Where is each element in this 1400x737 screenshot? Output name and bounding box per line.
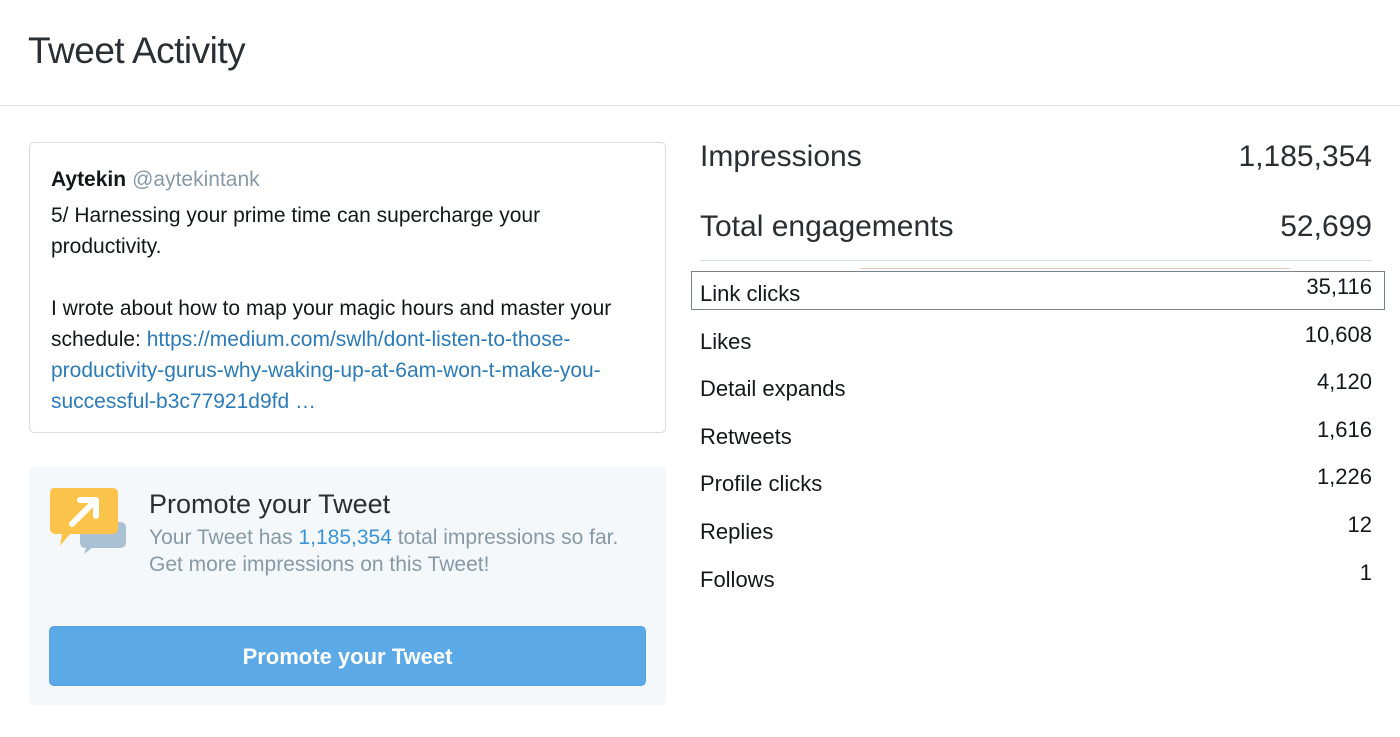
engagement-row-profile-clicks[interactable]: Profile clicks 1,226 xyxy=(700,464,1372,501)
engagement-row-likes[interactable]: Likes 10,608 xyxy=(700,322,1372,359)
tweet-card: Aytekin @aytekintank 5/ Harnessing your p… xyxy=(29,142,666,433)
promote-description: Your Tweet has 1,185,354 total impressio… xyxy=(149,524,654,578)
promote-text-prefix: Your Tweet has xyxy=(149,526,299,549)
tweet-paragraph: 5/ Harnessing your prime time can superc… xyxy=(51,204,541,258)
engagement-value: 1,226 xyxy=(1316,464,1372,489)
engagement-label: Profile clicks xyxy=(700,471,823,496)
engagement-value: 12 xyxy=(1347,512,1372,537)
engagement-value: 10,608 xyxy=(1304,322,1372,347)
engagement-label: Retweets xyxy=(700,424,792,449)
engagement-row-retweets[interactable]: Retweets 1,616 xyxy=(700,417,1372,454)
page-header: Tweet Activity xyxy=(0,0,1400,106)
impressions-row: Impressions 1,185,354 xyxy=(700,140,1372,180)
promote-impressions-count: 1,185,354 xyxy=(298,526,392,549)
impressions-label: Impressions xyxy=(700,140,862,173)
tweet-author-handle[interactable]: @aytekintank xyxy=(132,168,260,191)
engagement-label: Likes xyxy=(700,329,752,354)
engagement-row-link-clicks[interactable]: Link clicks 35,116 xyxy=(700,274,1372,311)
page-title: Tweet Activity xyxy=(28,30,246,71)
promote-panel: Promote your Tweet Your Tweet has 1,185,… xyxy=(29,467,666,705)
promote-tweet-button[interactable]: Promote your Tweet xyxy=(49,626,646,686)
tweet-author: Aytekin @aytekintank xyxy=(51,168,260,192)
engagement-row-detail-expands[interactable]: Detail expands 4,120 xyxy=(700,369,1372,406)
tweet-author-name[interactable]: Aytekin xyxy=(51,168,126,191)
engagement-label: Follows xyxy=(700,567,775,592)
engagement-label: Replies xyxy=(700,519,774,544)
tweet-text: 5/ Harnessing your prime time can superc… xyxy=(51,200,651,417)
total-engagements-value: 52,699 xyxy=(1280,210,1372,243)
engagement-value: 1,616 xyxy=(1316,417,1372,442)
total-engagements-label: Total engagements xyxy=(700,210,954,243)
engagement-label: Detail expands xyxy=(700,376,846,401)
engagement-label: Link clicks xyxy=(700,281,801,306)
tweet-paragraph: I wrote about how to map your magic hour… xyxy=(51,293,651,417)
promote-title: Promote your Tweet xyxy=(149,489,391,519)
stats-divider-accent xyxy=(860,268,1290,269)
engagement-row-replies[interactable]: Replies 12 xyxy=(700,512,1372,549)
total-engagements-row: Total engagements 52,699 xyxy=(700,210,1372,250)
engagement-value: 1 xyxy=(1359,560,1372,585)
engagement-value: 4,120 xyxy=(1316,369,1372,394)
promote-speech-bubble-icon xyxy=(50,488,126,554)
engagement-row-follows[interactable]: Follows 1 xyxy=(700,560,1372,597)
promote-text-suffix: total impressions so far. xyxy=(391,526,619,549)
stats-divider xyxy=(700,260,1372,261)
engagement-value: 35,116 xyxy=(1306,274,1372,299)
promote-cta-text: Get more impressions on this Tweet! xyxy=(149,553,490,576)
impressions-value: 1,185,354 xyxy=(1238,140,1372,173)
